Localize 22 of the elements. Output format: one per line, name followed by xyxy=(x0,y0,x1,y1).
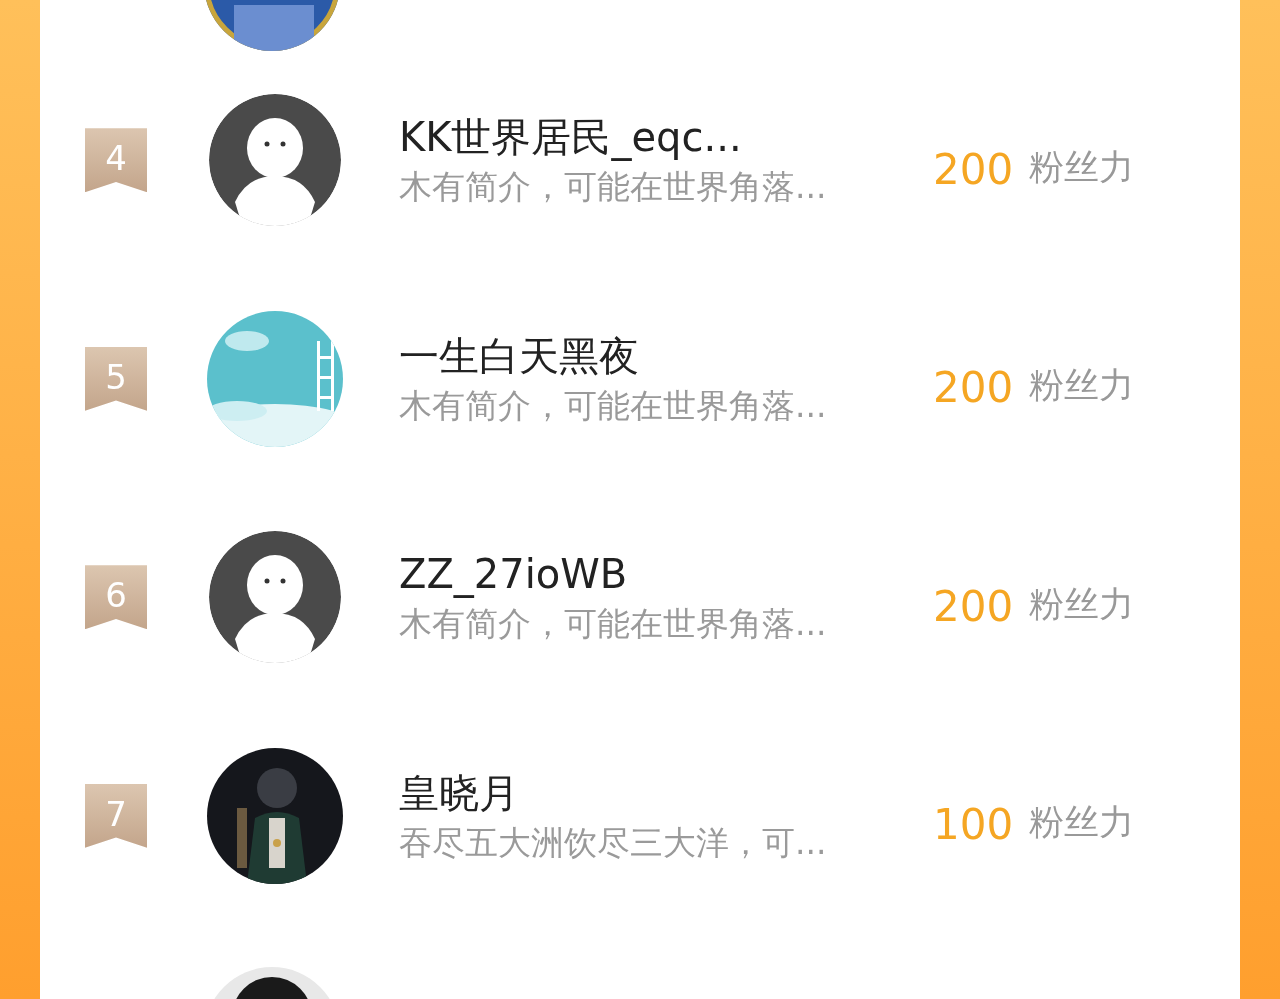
user-name: ZZ_27ioWB xyxy=(399,550,629,599)
user-name: 一生白天黑夜 xyxy=(399,331,640,380)
score-unit: 粉丝力 xyxy=(1029,801,1135,845)
rank-badge: 4 xyxy=(85,128,147,193)
user-bio: 木有简介，可能在世界角落... xyxy=(399,604,828,645)
fan-score: 100 xyxy=(933,800,1014,850)
fan-score: 200 xyxy=(933,581,1014,631)
fan-score: 200 xyxy=(933,144,1014,194)
score-unit: 粉丝力 xyxy=(1029,364,1135,408)
user-name: 皇晓月 xyxy=(399,768,520,817)
score-unit: 粉丝力 xyxy=(1029,582,1135,626)
default-avatar-icon xyxy=(207,92,343,229)
user-bio: 木有简介，可能在世界角落... xyxy=(399,167,828,208)
user-bio: 木有简介，可能在世界角落... xyxy=(399,385,828,426)
user-bio: 吞尽五大洲饮尽三大洋，可... xyxy=(399,822,828,863)
rank-badge: 7 xyxy=(85,783,147,848)
score-unit: 粉丝力 xyxy=(1029,145,1135,189)
rank-badge: 6 xyxy=(85,565,147,630)
fan-score: 200 xyxy=(933,363,1014,413)
user-name: KK世界居民_eqc... xyxy=(399,113,743,162)
rank-badge: 5 xyxy=(85,346,147,411)
default-avatar-icon xyxy=(207,529,343,666)
